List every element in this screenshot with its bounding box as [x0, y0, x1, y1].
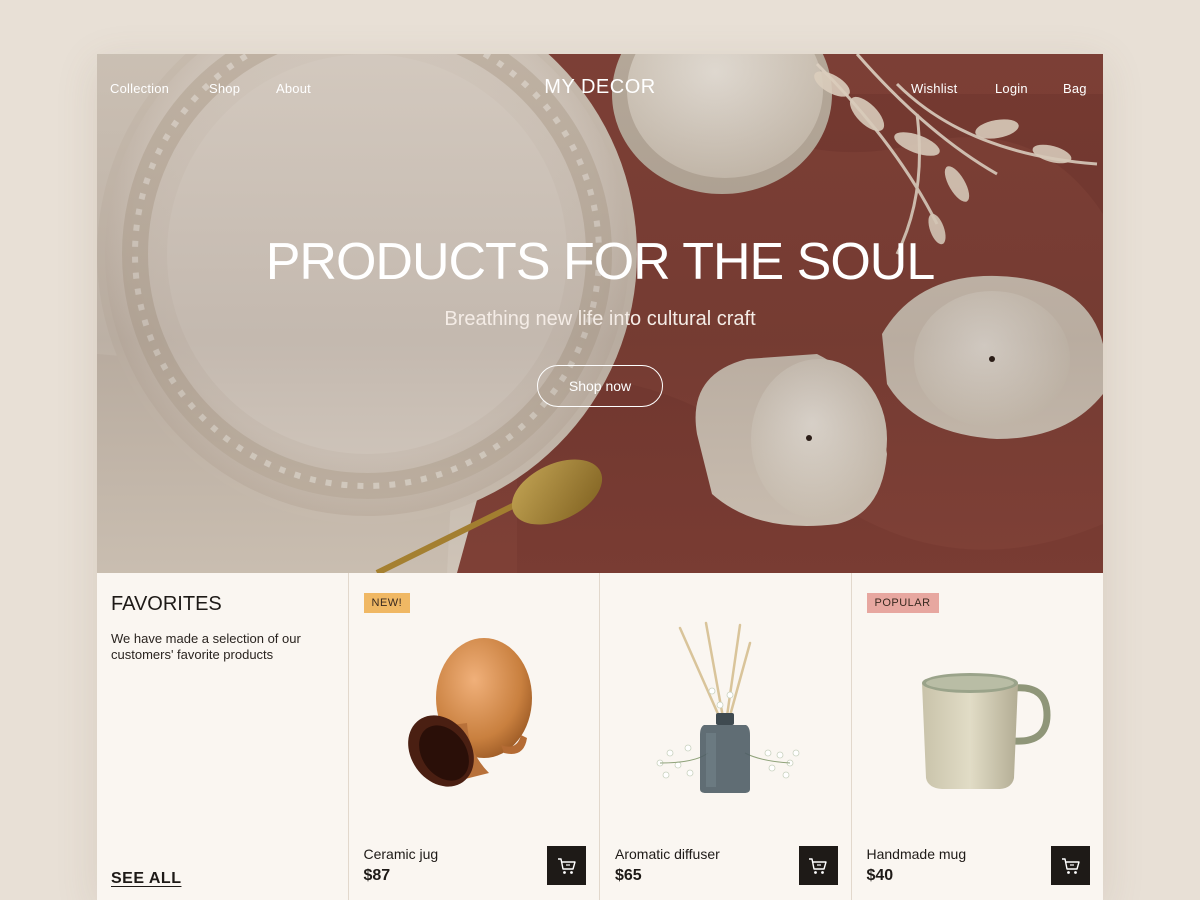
favorites-title: FAVORITES: [111, 593, 222, 615]
favorites-section: FAVORITES We have made a selection of ou…: [97, 573, 1103, 900]
top-navigation: Collection Shop About MY DECOR Wishlist …: [97, 54, 1103, 122]
shopping-cart-icon: [809, 857, 827, 874]
product-card-handmade-mug[interactable]: POPULAR Handmade mug $40: [851, 573, 1103, 900]
favorites-description: We have made a selection of our customer…: [111, 631, 301, 662]
hero-banner: Collection Shop About MY DECOR Wishlist …: [97, 54, 1103, 573]
popular-badge: POPULAR: [866, 593, 939, 613]
nav-link-bag[interactable]: Bag: [1063, 81, 1087, 96]
nav-link-about[interactable]: About: [276, 81, 311, 96]
product-price: $40: [866, 867, 894, 884]
nav-link-login[interactable]: Login: [995, 81, 1028, 96]
product-name: Ceramic jug: [363, 846, 439, 862]
add-to-cart-button[interactable]: [547, 846, 586, 885]
nav-link-shop[interactable]: Shop: [209, 81, 240, 96]
page-frame: Collection Shop About MY DECOR Wishlist …: [97, 54, 1103, 900]
nav-link-collection[interactable]: Collection: [110, 81, 169, 96]
product-price: $65: [615, 867, 642, 884]
add-to-cart-button[interactable]: [1051, 846, 1090, 885]
shopping-cart-icon: [1061, 857, 1080, 874]
product-card-ceramic-jug[interactable]: NEW! Ceramic jug $87: [348, 573, 600, 900]
product-price: $87: [363, 867, 391, 884]
favorites-intro: FAVORITES We have made a selection of ou…: [97, 573, 349, 900]
shop-now-button[interactable]: Shop now: [537, 365, 663, 407]
product-name: Aromatic diffuser: [615, 846, 720, 862]
ceramic-jug-image[interactable]: [349, 613, 600, 833]
nav-link-wishlist[interactable]: Wishlist: [911, 81, 957, 96]
hero-title: PRODUCTS FOR THE SOUL: [265, 233, 936, 291]
see-all-link[interactable]: SEE ALL: [111, 870, 181, 888]
new-badge: NEW!: [363, 593, 411, 613]
product-name: Handmade mug: [866, 846, 967, 862]
shopping-cart-icon: [557, 857, 576, 874]
product-card-aromatic-diffuser[interactable]: Aromatic diffuser $65: [600, 573, 852, 900]
add-to-cart-button[interactable]: [798, 846, 838, 885]
reed-diffuser-image[interactable]: [600, 613, 851, 833]
hero-subtitle: Breathing new life into cultural craft: [444, 308, 756, 330]
handmade-mug-image[interactable]: [852, 613, 1103, 833]
